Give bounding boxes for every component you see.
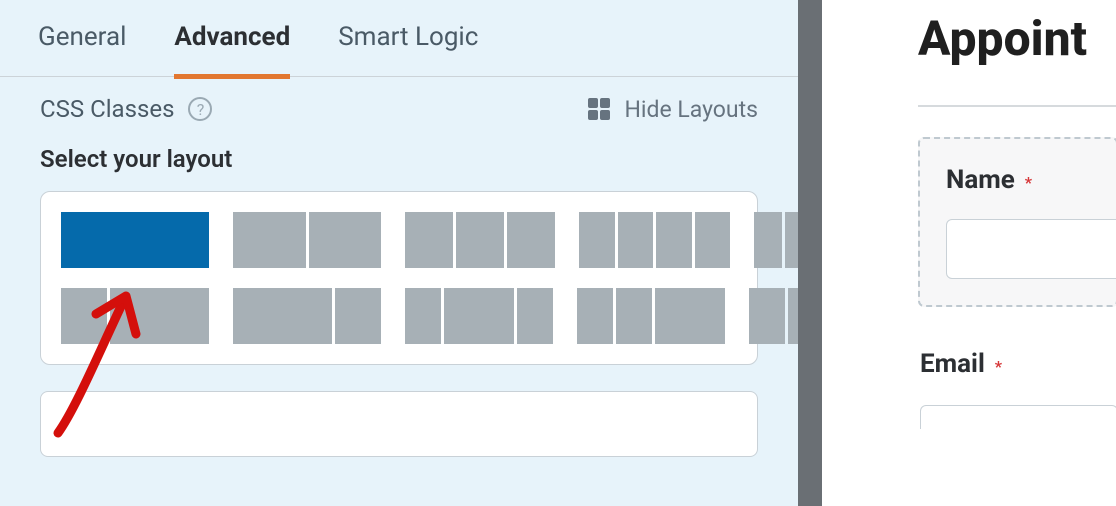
layout-picker — [40, 191, 758, 365]
form-title: Appoint — [918, 0, 1116, 67]
name-input[interactable] — [946, 219, 1116, 279]
field-settings-panel: General Advanced Smart Logic CSS Classes… — [0, 0, 798, 506]
tab-advanced[interactable]: Advanced — [174, 8, 290, 79]
settings-tabs: General Advanced Smart Logic — [0, 8, 798, 77]
email-field: Email * — [918, 349, 1116, 429]
select-layout-label: Select your layout — [0, 123, 798, 183]
name-field-card[interactable]: Name * — [918, 137, 1116, 307]
name-label: Name — [946, 165, 1015, 195]
email-label: Email — [920, 349, 985, 379]
name-field-label-row: Name * — [946, 165, 1116, 195]
required-marker: * — [1025, 173, 1032, 192]
email-input[interactable] — [920, 405, 1116, 429]
tab-general[interactable]: General — [38, 8, 126, 76]
form-preview-panel: Appoint Name * Email * — [822, 0, 1116, 506]
layout-option-full[interactable] — [61, 212, 209, 268]
required-marker: * — [995, 357, 1002, 376]
tab-smart-logic[interactable]: Smart Logic — [338, 8, 478, 76]
layout-option-1-2[interactable] — [61, 288, 209, 344]
grid-icon — [588, 98, 610, 120]
css-classes-text: CSS Classes — [40, 95, 174, 123]
layout-option-half-half[interactable] — [233, 212, 381, 268]
layout-option-quarters[interactable] — [579, 212, 730, 268]
layout-option-2-1[interactable] — [233, 288, 381, 344]
css-classes-label: CSS Classes ? — [40, 95, 212, 123]
divider-line — [918, 105, 1116, 107]
layout-option-1-2-1[interactable] — [405, 288, 553, 344]
layout-option-thirds[interactable] — [405, 212, 555, 268]
help-icon[interactable]: ? — [188, 97, 212, 121]
css-classes-input[interactable] — [40, 391, 758, 457]
layout-option-1-1-2[interactable] — [577, 288, 725, 344]
hide-layouts-button[interactable]: Hide Layouts — [588, 96, 758, 123]
hide-layouts-label: Hide Layouts — [624, 96, 758, 123]
panel-divider — [798, 0, 822, 506]
